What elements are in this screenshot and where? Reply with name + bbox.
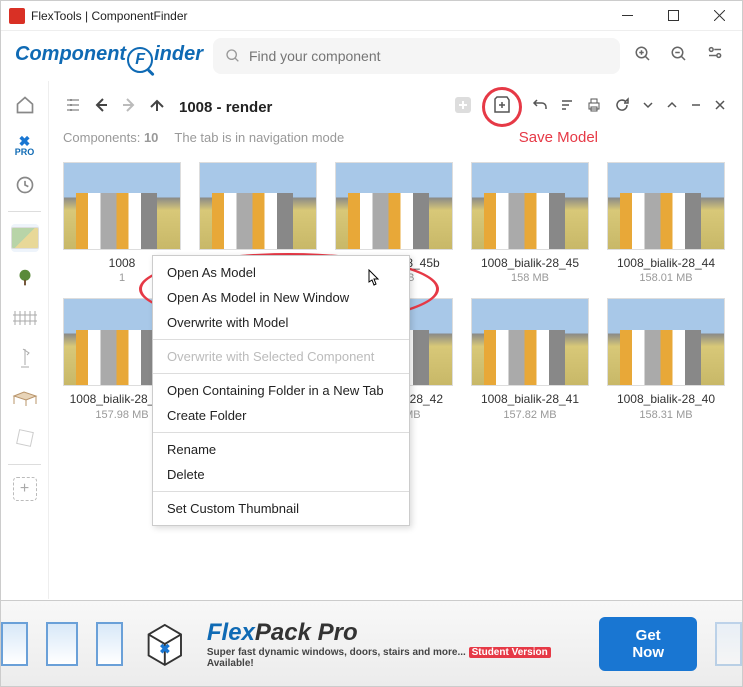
sidebar-divider [8, 211, 41, 212]
menu-delete[interactable]: Delete [153, 462, 409, 487]
close-panel-icon[interactable] [712, 96, 728, 118]
promo-banner: ✖ FlexPack Pro Super fast dynamic window… [1, 600, 742, 686]
component-count: Components: 10 [63, 130, 158, 145]
box-icon: ✖ [141, 619, 189, 669]
menu-rename[interactable]: Rename [153, 437, 409, 462]
svg-text:✖: ✖ [159, 641, 170, 656]
menu-separator [153, 339, 409, 340]
menu-open-new-window[interactable]: Open As Model in New Window [153, 285, 409, 310]
thumbnail-card[interactable]: 1008_bialik-28_41157.82 MB [471, 298, 589, 420]
toolbar: 1008 - render [63, 91, 728, 123]
menu-separator [153, 373, 409, 374]
up-button[interactable] [147, 95, 167, 120]
menu-open-as-model[interactable]: Open As Model [153, 260, 409, 285]
breadcrumb[interactable]: 1008 - render [179, 99, 272, 116]
thumbnail-card[interactable]: 1008_bialik-28_44158.01 MB [607, 162, 725, 284]
get-now-button[interactable]: Get Now [599, 617, 697, 671]
door-icon [1, 622, 28, 666]
thumb-lamp-icon[interactable] [11, 344, 39, 372]
menu-separator [153, 491, 409, 492]
thumbnail-card[interactable]: 1008_bialik-28_45158 MB [471, 162, 589, 284]
save-model-label: Save Model [519, 129, 598, 146]
nav-mode-label: The tab is in navigation mode [174, 130, 344, 145]
menu-separator [153, 432, 409, 433]
menu-create-folder[interactable]: Create Folder [153, 403, 409, 428]
history-icon[interactable] [11, 171, 39, 199]
thumb-fence-icon[interactable] [11, 304, 39, 332]
close-button[interactable] [696, 1, 742, 31]
add-button[interactable] [452, 94, 474, 121]
context-menu: Open As Model Open As Model in New Windo… [152, 255, 410, 526]
app-icon [9, 8, 25, 24]
maximize-button[interactable] [650, 1, 696, 31]
menu-overwrite-model[interactable]: Overwrite with Model [153, 310, 409, 335]
search-input[interactable] [249, 48, 608, 64]
tree-toggle-icon[interactable] [63, 95, 83, 120]
app-logo: Component F inder [15, 43, 203, 69]
sort-icon[interactable] [558, 96, 576, 119]
collapse-icon[interactable] [640, 96, 656, 118]
menu-open-folder[interactable]: Open Containing Folder in a New Tab [153, 378, 409, 403]
header: Component F inder [1, 31, 742, 81]
expand-icon[interactable] [664, 96, 680, 118]
thumb-tree-icon[interactable] [11, 264, 39, 292]
add-collection-button[interactable]: + [13, 477, 37, 501]
door-icon-2 [96, 622, 123, 666]
sidebar-divider-2 [8, 464, 41, 465]
logo-text-2: inder [154, 43, 203, 66]
save-model-highlight [482, 87, 522, 127]
thumb-building-icon[interactable] [11, 224, 39, 252]
search-field[interactable] [213, 38, 620, 74]
window-icon [46, 622, 79, 666]
titlebar: FlexTools | ComponentFinder [1, 1, 742, 31]
main-area: ✖PRO + 1008 - render [1, 81, 742, 599]
thumbnail-card[interactable]: 1008_bialik-28_40158.31 MB [607, 298, 725, 420]
menu-overwrite-component: Overwrite with Selected Component [153, 344, 409, 369]
zoom-in-icon[interactable] [630, 41, 656, 72]
content-panel: 1008 - render Components: 10 The tab is … [49, 81, 742, 599]
window-title: FlexTools | ComponentFinder [31, 9, 604, 23]
refresh-icon[interactable] [612, 95, 632, 120]
undo-icon[interactable] [530, 95, 550, 120]
search-icon [225, 48, 241, 64]
thumb-shape-icon[interactable] [11, 424, 39, 452]
thumb-desk-icon[interactable] [11, 384, 39, 412]
status-row: Components: 10 The tab is in navigation … [63, 129, 728, 146]
back-button[interactable] [91, 95, 111, 120]
save-model-button[interactable] [491, 94, 513, 121]
logo-text-1: Component [15, 43, 126, 66]
menu-set-thumbnail[interactable]: Set Custom Thumbnail [153, 496, 409, 521]
zoom-out-icon[interactable] [666, 41, 692, 72]
settings-icon[interactable] [702, 41, 728, 72]
banner-text: FlexPack Pro Super fast dynamic windows,… [207, 619, 581, 669]
forward-button[interactable] [119, 95, 139, 120]
xpro-icon[interactable]: ✖PRO [11, 131, 39, 159]
logo-f-glyph: F [127, 47, 153, 73]
minimize-button[interactable] [604, 1, 650, 31]
sidebar: ✖PRO + [1, 81, 49, 599]
door-icon-3 [715, 622, 742, 666]
print-icon[interactable] [584, 95, 604, 120]
home-icon[interactable] [11, 91, 39, 119]
minimize-panel-icon[interactable] [688, 96, 704, 118]
